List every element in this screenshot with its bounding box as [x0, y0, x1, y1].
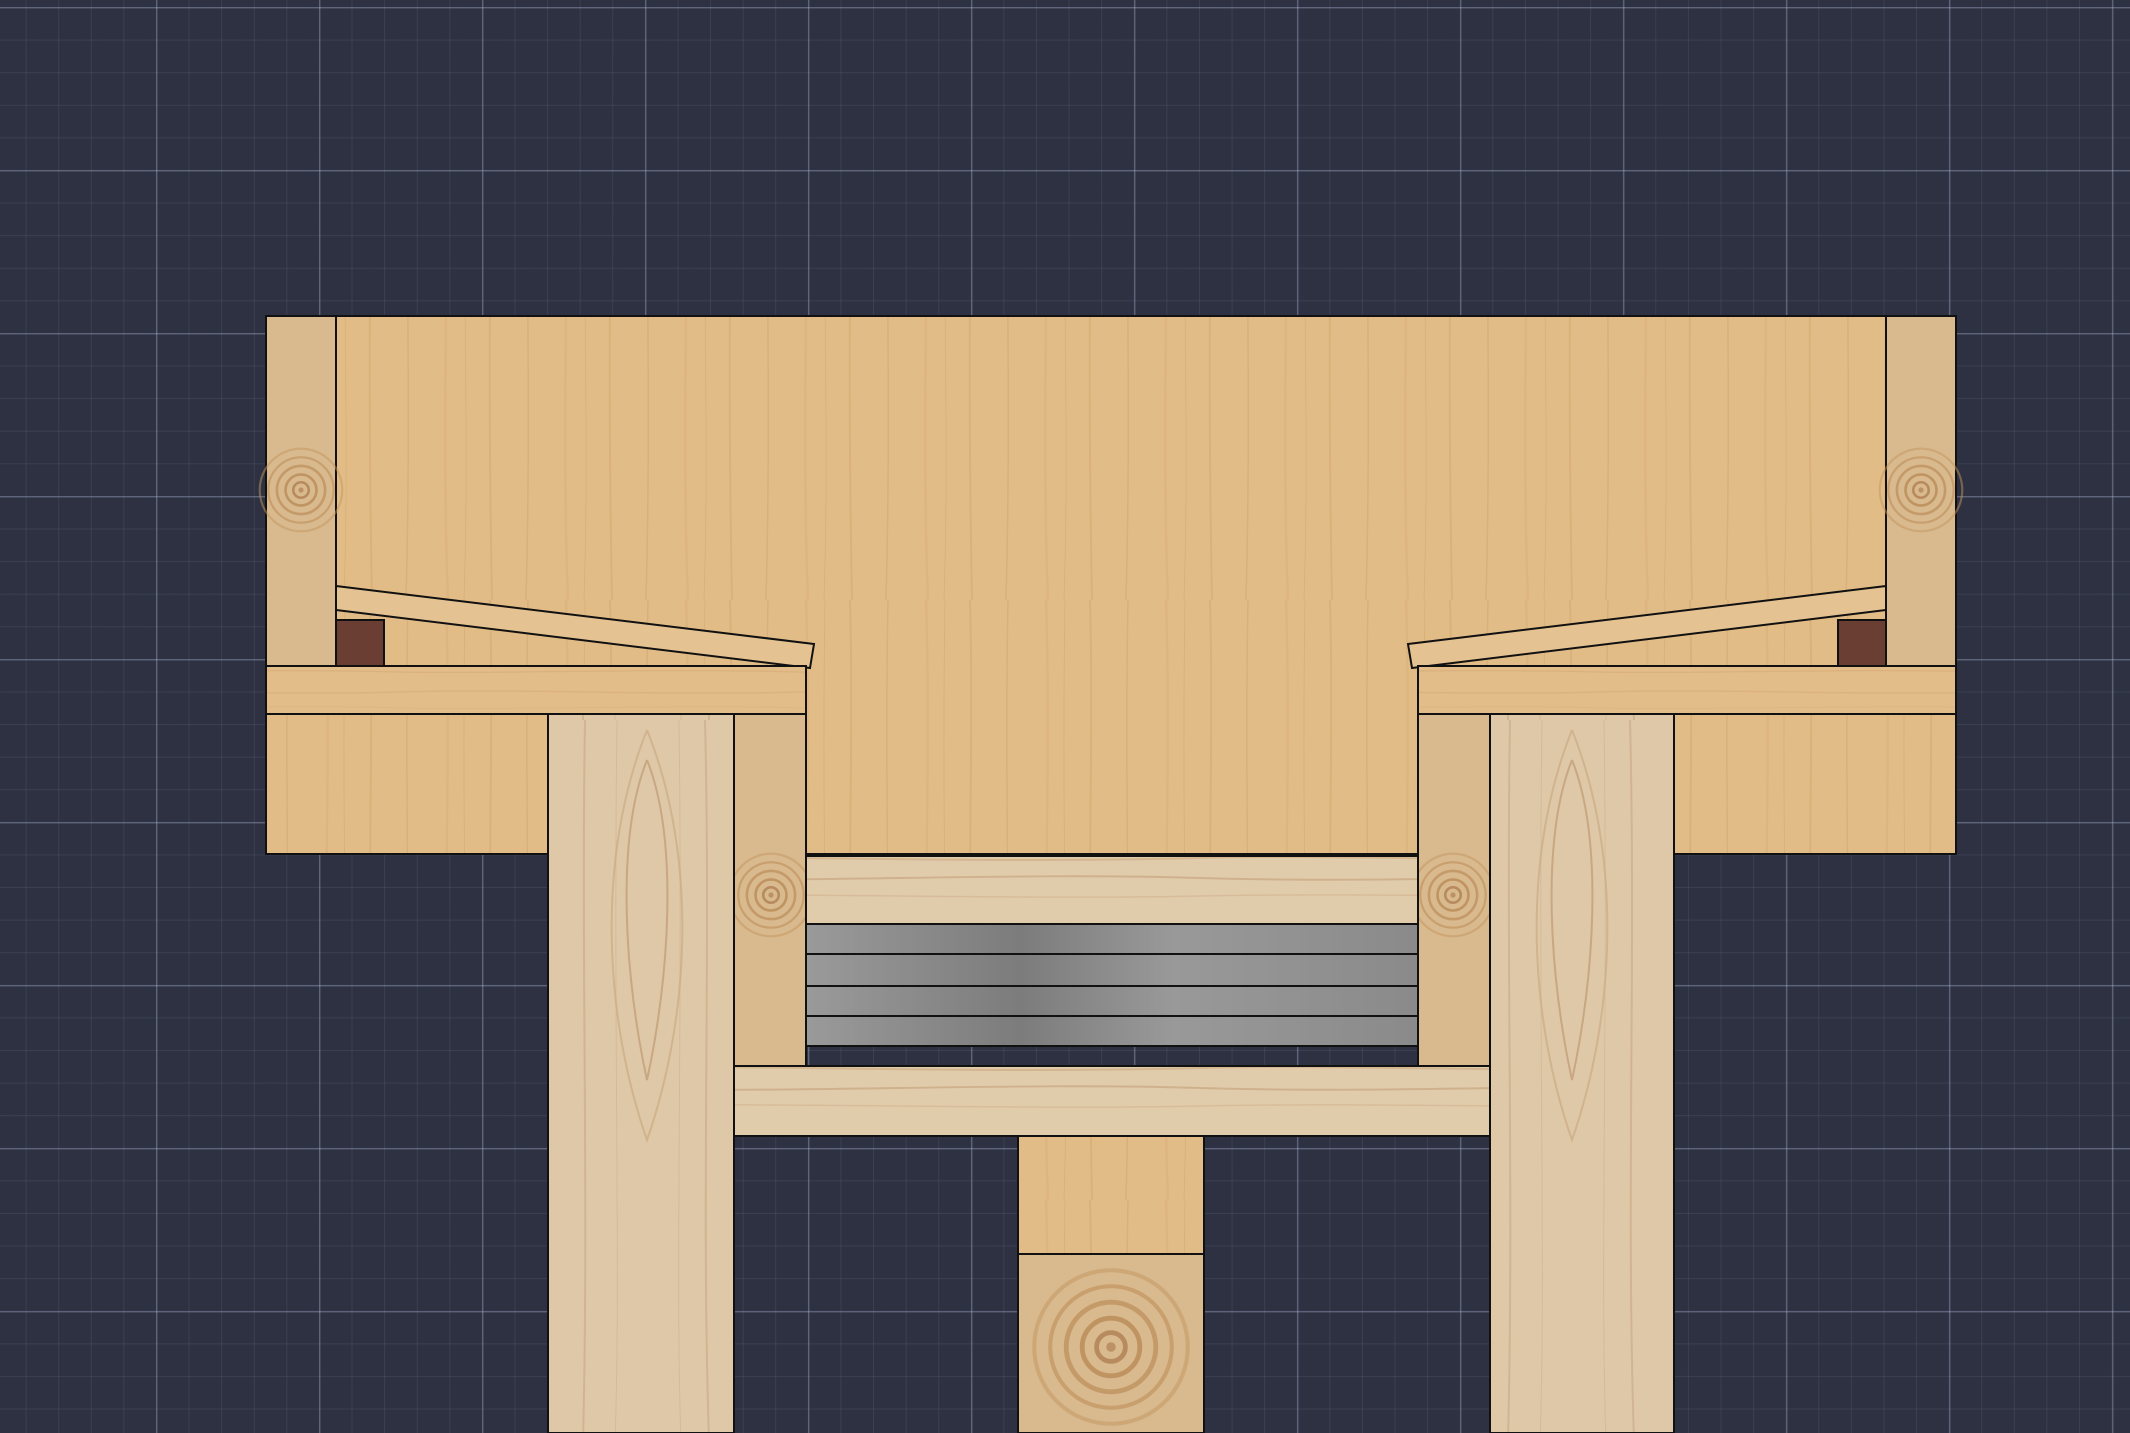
rubber-block-right	[1837, 619, 1887, 667]
end-grain-post-left	[260, 315, 343, 667]
leg-right	[1489, 713, 1675, 1433]
leg-left	[547, 713, 735, 1433]
center-post	[1017, 1253, 1205, 1433]
lower-apron-left	[265, 713, 549, 855]
shelf-board-right	[1417, 665, 1957, 715]
drawing-canvas[interactable]	[0, 0, 2130, 1433]
lower-apron-right	[1673, 713, 1957, 855]
end-grain-post-right	[1880, 315, 1963, 667]
steel-plate-stack	[805, 923, 1419, 1047]
upper-crossbar	[805, 855, 1419, 925]
inner-post-left	[728, 713, 814, 1067]
lower-crossbar	[733, 1065, 1491, 1137]
rubber-block-left	[335, 619, 385, 667]
shelf-board-left	[265, 665, 807, 715]
center-support-block	[1017, 1135, 1205, 1255]
inner-post-right	[1410, 713, 1496, 1067]
cross-section-drawing	[0, 315, 2130, 1433]
